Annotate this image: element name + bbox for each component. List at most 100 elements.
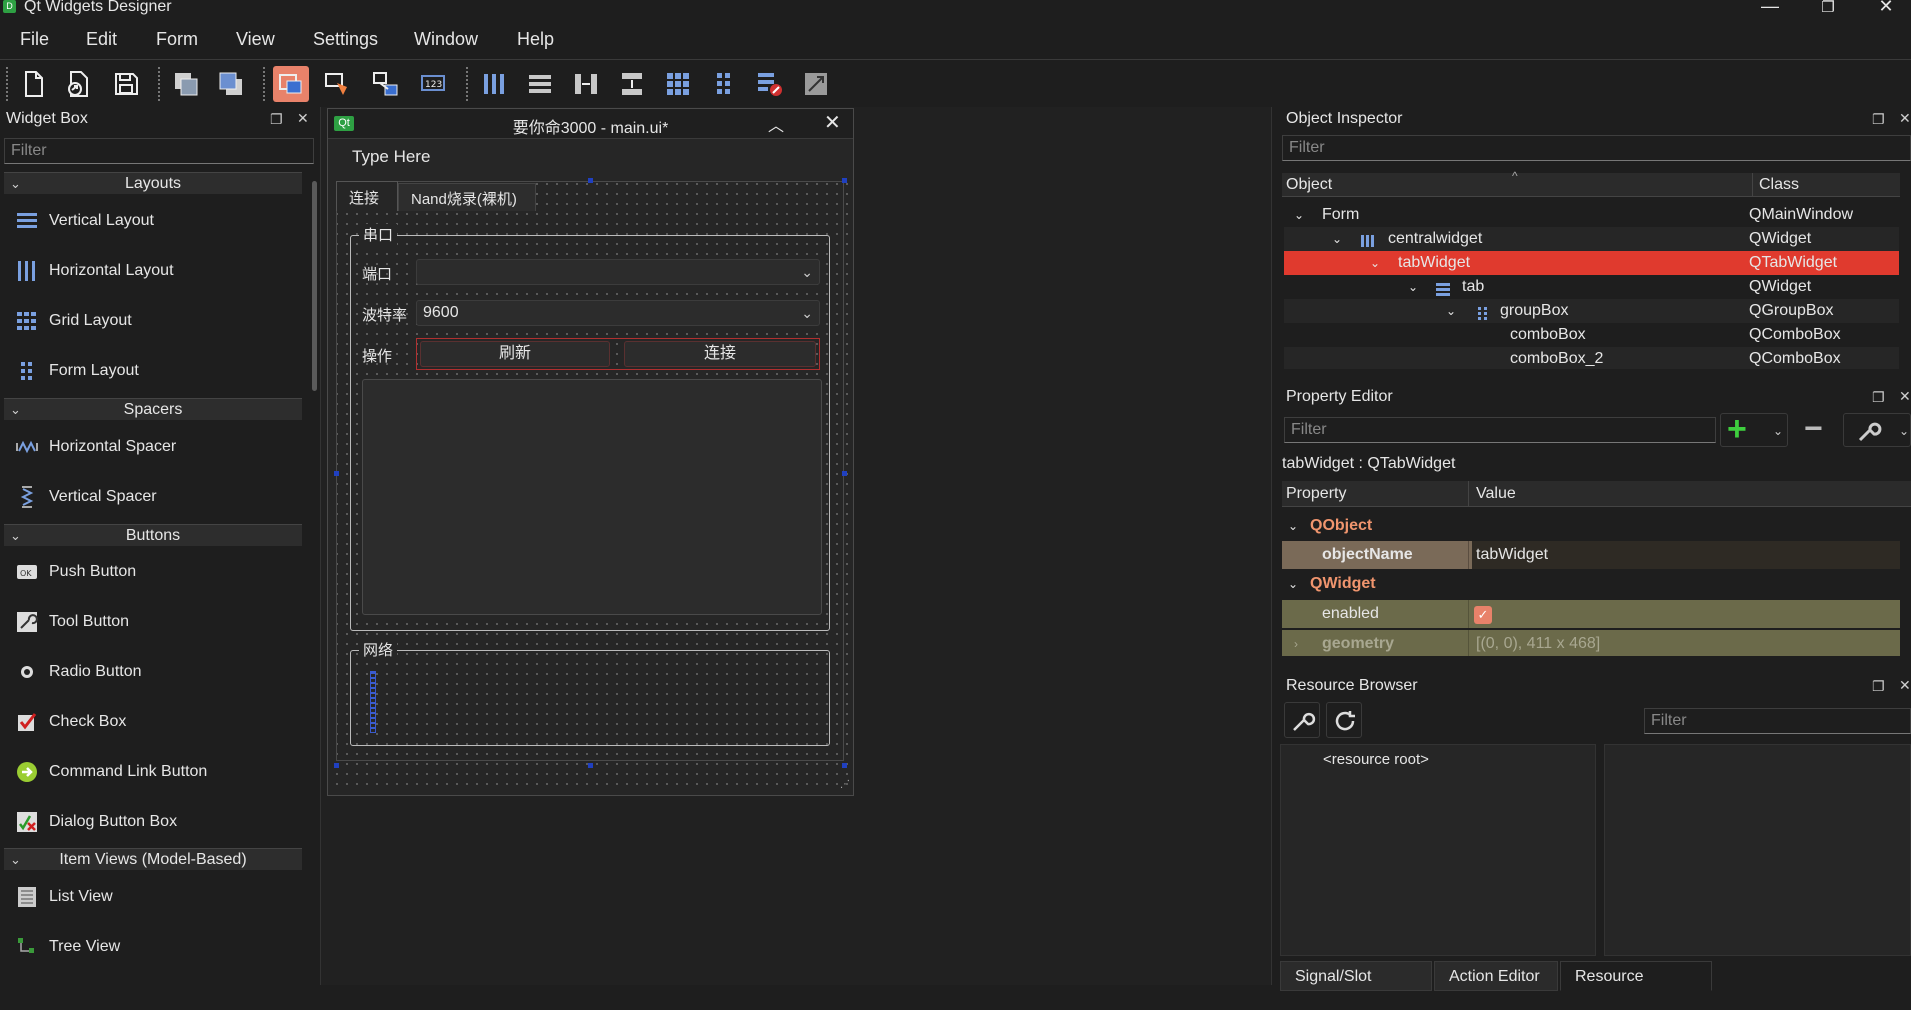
- serial-log-text-edit[interactable]: [362, 379, 822, 615]
- lay-out-grid-icon[interactable]: [660, 66, 696, 102]
- edit-widgets-icon[interactable]: [273, 66, 309, 102]
- network-group-box[interactable]: [350, 650, 830, 746]
- property-row-enabled[interactable]: enabled ✓: [1282, 600, 1900, 628]
- edit-signals-slots-icon[interactable]: [320, 66, 356, 102]
- menu-file[interactable]: File: [20, 29, 49, 50]
- remove-property-button[interactable]: −: [1800, 410, 1840, 447]
- break-layout-icon[interactable]: [752, 66, 788, 102]
- property-row-geometry[interactable]: › geometry [(0, 0), 411 x 468]: [1282, 630, 1900, 656]
- add-property-button[interactable]: + ⌄: [1720, 410, 1788, 448]
- chevron-down-icon[interactable]: ⌄: [1332, 227, 1342, 251]
- widget-command-link-button[interactable]: Command Link Button: [14, 757, 207, 787]
- widget-push-button[interactable]: OK Push Button: [14, 557, 136, 587]
- widget-horizontal-spacer[interactable]: Horizontal Spacer: [14, 432, 176, 462]
- adjust-size-icon[interactable]: [798, 66, 834, 102]
- menu-settings[interactable]: Settings: [313, 29, 378, 50]
- chevron-up-icon[interactable]: ︿: [768, 112, 784, 136]
- maximize-button[interactable]: ❐: [1808, 0, 1848, 16]
- new-form-icon[interactable]: [15, 66, 51, 102]
- lay-out-horizontal-splitter-icon[interactable]: [568, 66, 604, 102]
- type-here-placeholder[interactable]: Type Here: [352, 147, 430, 167]
- chevron-down-icon[interactable]: ⌄: [1294, 203, 1304, 227]
- save-form-icon[interactable]: [108, 66, 144, 102]
- tab-resource-browser[interactable]: Resource Browser: [1560, 961, 1712, 1010]
- lay-out-vertically-icon[interactable]: [522, 66, 558, 102]
- category-item-views[interactable]: ⌄ Item Views (Model-Based): [4, 848, 302, 870]
- section-qobject[interactable]: ⌄ QObject: [1282, 512, 1900, 540]
- form-window-titlebar[interactable]: Qt 要你命3000 - main.ui* ︿ ✕: [328, 109, 853, 139]
- menu-edit[interactable]: Edit: [86, 29, 117, 50]
- selection-handle[interactable]: [842, 763, 847, 768]
- widget-vertical-spacer[interactable]: Vertical Spacer: [14, 482, 157, 512]
- resize-grip-icon[interactable]: ⋰: [840, 779, 850, 790]
- property-filter-input[interactable]: Filter: [1284, 417, 1716, 443]
- chevron-down-icon[interactable]: ⌄: [1288, 512, 1298, 540]
- close-button[interactable]: ✕: [1866, 0, 1906, 17]
- form-menubar[interactable]: Type Here: [332, 141, 849, 175]
- category-buttons[interactable]: ⌄ Buttons: [4, 524, 302, 546]
- widget-grid-layout[interactable]: Grid Layout: [14, 306, 132, 336]
- widget-tree-view[interactable]: Tree View: [14, 932, 120, 962]
- chevron-down-icon[interactable]: ⌄: [1408, 275, 1418, 299]
- chevron-right-icon[interactable]: ›: [1294, 630, 1298, 656]
- menu-form[interactable]: Form: [156, 29, 198, 50]
- tree-row-form[interactable]: ⌄ Form QMainWindow: [1284, 203, 1899, 227]
- chevron-down-icon[interactable]: ⌄: [1288, 570, 1298, 598]
- float-icon[interactable]: ❐: [1872, 678, 1885, 695]
- minimize-button[interactable]: —: [1750, 0, 1790, 17]
- menu-window[interactable]: Window: [414, 29, 478, 50]
- object-inspector-filter-input[interactable]: Filter: [1282, 135, 1911, 161]
- chevron-down-icon[interactable]: ⌄: [1370, 251, 1380, 275]
- connect-button[interactable]: 连接: [624, 341, 816, 367]
- close-icon[interactable]: ✕: [297, 110, 309, 127]
- edit-buddies-icon[interactable]: [368, 66, 404, 102]
- property-value[interactable]: tabWidget: [1472, 541, 1900, 569]
- baud-rate-combo-box[interactable]: 9600 ⌄: [416, 300, 820, 326]
- widget-horizontal-layout[interactable]: Horizontal Layout: [14, 256, 174, 286]
- widget-list-view[interactable]: List View: [14, 882, 113, 912]
- value-column-header[interactable]: Value: [1476, 485, 1516, 503]
- open-form-icon[interactable]: [60, 66, 96, 102]
- object-column-header[interactable]: Object: [1286, 176, 1332, 194]
- widget-form-layout[interactable]: Form Layout: [14, 356, 139, 386]
- lay-out-vertical-splitter-icon[interactable]: [614, 66, 650, 102]
- float-icon[interactable]: ❐: [1872, 111, 1885, 128]
- tab-signal-slot-editor[interactable]: Signal/Slot Editor: [1280, 961, 1432, 1010]
- property-column-header[interactable]: Property: [1286, 485, 1346, 503]
- tree-row-groupbox[interactable]: ⌄ groupBox QGroupBox: [1284, 299, 1899, 323]
- menu-view[interactable]: View: [236, 29, 275, 50]
- tab-action-editor[interactable]: Action Editor: [1434, 961, 1558, 991]
- widget-radio-button[interactable]: Radio Button: [14, 657, 142, 687]
- close-icon[interactable]: ✕: [1899, 677, 1911, 694]
- widget-box-filter-input[interactable]: Filter: [4, 138, 314, 164]
- selection-handle[interactable]: [588, 763, 593, 768]
- send-to-back-icon[interactable]: [168, 66, 204, 102]
- float-icon[interactable]: ❐: [1872, 389, 1885, 406]
- lay-out-form-icon[interactable]: [706, 66, 742, 102]
- tree-row-combobox[interactable]: comboBox QComboBox: [1284, 323, 1899, 347]
- tree-row-combobox-2[interactable]: comboBox_2 QComboBox: [1284, 347, 1899, 369]
- bring-to-front-icon[interactable]: [213, 66, 249, 102]
- resource-filter-input[interactable]: Filter: [1644, 708, 1911, 734]
- selection-handle[interactable]: [842, 471, 847, 476]
- close-icon[interactable]: ✕: [1899, 388, 1911, 405]
- form-window[interactable]: Qt 要你命3000 - main.ui* ︿ ✕ Type Here 连接 N…: [327, 108, 854, 796]
- close-icon[interactable]: ✕: [1899, 110, 1911, 127]
- tree-row-centralwidget[interactable]: ⌄ centralwidget QWidget: [1284, 227, 1899, 251]
- tree-row-tabwidget[interactable]: ⌄ tabWidget QTabWidget: [1284, 251, 1899, 275]
- widget-dialog-button-box[interactable]: Dialog Button Box: [14, 807, 177, 837]
- widget-tool-button[interactable]: Tool Button: [14, 607, 129, 637]
- category-spacers[interactable]: ⌄ Spacers: [4, 398, 302, 420]
- configure-button[interactable]: ⌄: [1843, 413, 1911, 447]
- widget-box-scrollbar[interactable]: [312, 181, 317, 391]
- resource-root-item[interactable]: <resource root>: [1323, 751, 1429, 768]
- category-layouts[interactable]: ⌄ Layouts: [4, 172, 302, 194]
- port-combo-box[interactable]: ⌄: [416, 259, 820, 285]
- form-close-icon[interactable]: ✕: [824, 110, 841, 135]
- tree-row-tab[interactable]: ⌄ tab QWidget: [1284, 275, 1899, 299]
- widget-check-box[interactable]: Check Box: [14, 707, 126, 737]
- float-icon[interactable]: ❐: [270, 111, 283, 128]
- enabled-checkbox[interactable]: ✓: [1474, 606, 1492, 624]
- resource-file-list[interactable]: [1604, 744, 1911, 956]
- edit-tab-order-icon[interactable]: 123: [416, 66, 452, 102]
